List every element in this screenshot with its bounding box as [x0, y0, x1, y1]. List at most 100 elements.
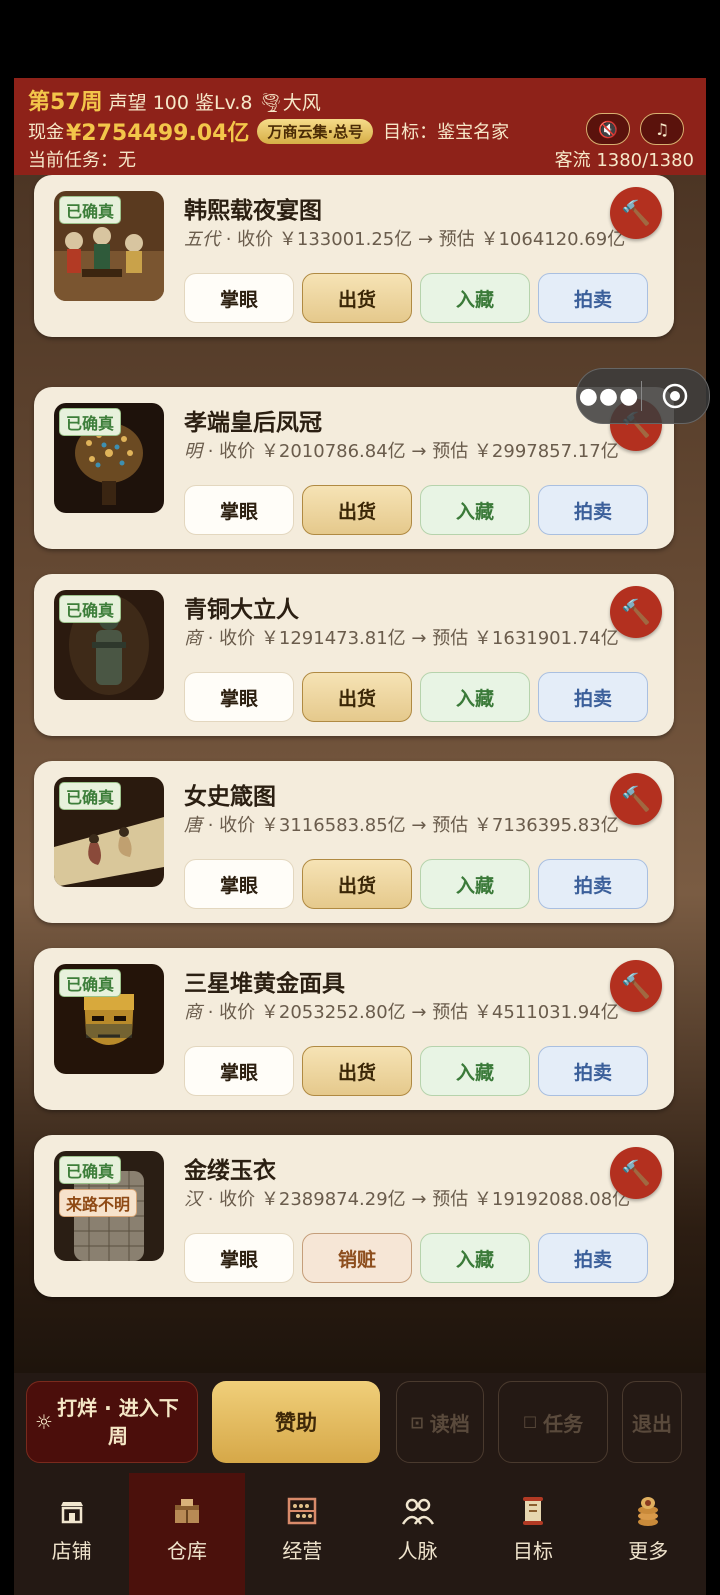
item-price-text: · 收价 ￥2010786.84亿 → 预估 ￥2997857.17亿 — [202, 441, 619, 462]
item-card[interactable]: 已确真 韩熙载夜宴图 五代 · 收价 ￥133001.25亿 → 预估 ￥10641… — [34, 175, 674, 337]
item-name: 三星堆黄金面具 — [184, 971, 345, 997]
tab-label: 目标 — [512, 1539, 553, 1563]
collect-button[interactable]: 入藏 — [420, 1046, 530, 1096]
tab-warehouse[interactable]: 仓库 — [129, 1473, 245, 1595]
ship-button[interactable]: 出货 — [302, 485, 412, 535]
shop-icon — [57, 1493, 87, 1529]
cash-label: 现金 — [28, 122, 64, 143]
inspect-button[interactable]: 掌眼 — [184, 1233, 294, 1283]
footer: ☼ 打烊 · 进入下周 赞助 ⊡ 读档 ☐ 任务 退出 店铺 仓库 经营 人脉 目标 更多 — [14, 1373, 706, 1595]
item-actions: 掌眼 出货 入藏 拍卖 — [184, 859, 648, 909]
miniprogram-capsule: ●●● — [576, 368, 710, 424]
header-stats: 第57周 声望 100 鉴Lv.8 🌪大风 — [28, 84, 321, 116]
mute-button[interactable]: 🔇 — [586, 113, 630, 145]
item-thumbnail[interactable]: 已确真 — [54, 590, 164, 700]
auction-button[interactable]: 拍卖 — [538, 859, 648, 909]
collect-button[interactable]: 入藏 — [420, 273, 530, 323]
verified-badge: 已确真 — [59, 782, 122, 810]
tab-shop[interactable]: 店铺 — [14, 1473, 129, 1595]
inspect-button[interactable]: 掌眼 — [184, 672, 294, 722]
status-bar — [0, 0, 720, 78]
hammer-icon[interactable]: 🔨 — [610, 187, 662, 239]
item-card[interactable]: 已确真 女史箴图唐 · 收价 ￥3116583.85亿 → 预估 ￥7136395… — [34, 761, 674, 923]
item-price-text: · 收价 ￥2053252.80亿 → 预估 ￥4511031.94亿 — [202, 1002, 619, 1023]
next-week-label: 打烊 · 进入下周 — [57, 1396, 179, 1448]
tab-people[interactable]: 人脉 — [360, 1473, 475, 1595]
verified-badge: 已确真 — [59, 408, 122, 436]
scroll-icon — [520, 1493, 546, 1529]
speaker-mute-icon: 🔇 — [598, 119, 618, 139]
item-name: 韩熙载夜宴图 — [184, 198, 322, 224]
people-icon — [401, 1493, 435, 1529]
item-dynasty: 汉 — [184, 1189, 202, 1210]
cash-value: ¥2754499.04亿 — [66, 121, 250, 146]
hammer-icon[interactable]: 🔨 — [610, 586, 662, 638]
item-actions: 掌眼 销赃 入藏 拍卖 — [184, 1233, 648, 1283]
warehouse-list[interactable]: 已确真 韩熙载夜宴图 五代 · 收价 ￥133001.25亿 → 预估 ￥10641… — [14, 175, 706, 1373]
auction-button[interactable]: 拍卖 — [538, 485, 648, 535]
inspect-button[interactable]: 掌眼 — [184, 485, 294, 535]
sponsor-button[interactable]: 赞助 — [212, 1381, 380, 1463]
auction-button[interactable]: 拍卖 — [538, 672, 648, 722]
reputation: 声望 100 — [108, 92, 189, 114]
tab-coin-stack[interactable]: 更多 — [591, 1473, 706, 1595]
item-thumbnail[interactable]: 已确真 — [54, 191, 164, 301]
item-thumbnail[interactable]: 已确真 — [54, 964, 164, 1074]
collect-button[interactable]: 入藏 — [420, 1233, 530, 1283]
collect-button[interactable]: 入藏 — [420, 672, 530, 722]
item-thumbnail[interactable]: 已确真 — [54, 403, 164, 513]
ship-button[interactable]: 出货 — [302, 273, 412, 323]
load-label: 读档 — [429, 1411, 470, 1436]
item-card[interactable]: 已确真 三星堆黄金面具商 · 收价 ￥2053252.80亿 → 预估 ￥4511… — [34, 948, 674, 1110]
auction-button[interactable]: 拍卖 — [538, 273, 648, 323]
collect-button[interactable]: 入藏 — [420, 859, 530, 909]
collect-button[interactable]: 入藏 — [420, 485, 530, 535]
load-button[interactable]: ⊡ 读档 — [396, 1381, 484, 1463]
item-dynasty: 商 — [184, 1002, 202, 1023]
suspicious-badge: 来路不明 — [59, 1189, 138, 1217]
task-button[interactable]: ☐ 任务 — [498, 1381, 608, 1463]
item-price-text: · 收价 ￥1291473.81亿 → 预估 ￥1631901.74亿 — [202, 628, 619, 649]
ship-button[interactable]: 出货 — [302, 859, 412, 909]
game-header: 第57周 声望 100 鉴Lv.8 🌪大风 现金 ¥2754499.04亿 万商… — [14, 78, 706, 175]
next-week-button[interactable]: ☼ 打烊 · 进入下周 — [26, 1381, 198, 1463]
week-number: 第57周 — [28, 90, 103, 115]
item-thumbnail[interactable]: 已确真 来路不明 — [54, 1151, 164, 1261]
inspect-button[interactable]: 掌眼 — [184, 859, 294, 909]
ship-button[interactable]: 出货 — [302, 672, 412, 722]
warehouse-icon — [171, 1493, 203, 1529]
music-button[interactable]: ♫ — [640, 113, 684, 145]
item-price: 商 · 收价 ￥1291473.81亿 → 预估 ￥1631901.74亿 — [184, 626, 662, 652]
item-actions: 掌眼 出货 入藏 拍卖 — [184, 1046, 648, 1096]
target-circle-icon[interactable] — [642, 383, 708, 409]
more-dots-icon[interactable]: ●●● — [577, 384, 641, 409]
hammer-icon[interactable]: 🔨 — [610, 773, 662, 825]
tab-scroll[interactable]: 目标 — [475, 1473, 590, 1595]
item-name: 金缕玉衣 — [184, 1158, 276, 1184]
item-dynasty: 唐 — [184, 815, 202, 836]
task-icon: ☐ — [522, 1412, 538, 1432]
hammer-icon[interactable]: 🔨 — [610, 960, 662, 1012]
tab-abacus[interactable]: 经营 — [245, 1473, 360, 1595]
auction-button[interactable]: 拍卖 — [538, 1233, 648, 1283]
item-price-text: · 收价 ￥2389874.29亿 → 预估 ￥19192088.08亿 — [202, 1189, 631, 1210]
item-card[interactable]: 已确真 孝端皇后凤冠明 · 收价 ￥2010786.84亿 → 预估 ￥29978… — [34, 387, 674, 549]
item-price-text: · 收价 ￥3116583.85亿 → 预估 ￥7136395.83亿 — [202, 815, 619, 836]
item-card[interactable]: 已确真 来路不明 金缕玉衣汉 · 收价 ￥2389874.29亿 → 预估 ￥191… — [34, 1135, 674, 1297]
ship-button[interactable]: 出货 — [302, 1046, 412, 1096]
fence-button[interactable]: 销赃 — [302, 1233, 412, 1283]
item-name: 女史箴图 — [184, 784, 276, 810]
tab-label: 人脉 — [397, 1539, 438, 1563]
action-bar: ☼ 打烊 · 进入下周 赞助 ⊡ 读档 ☐ 任务 退出 — [14, 1373, 706, 1469]
item-card[interactable]: 已确真 青铜大立人商 · 收价 ￥1291473.81亿 → 预估 ￥163190… — [34, 574, 674, 736]
item-thumbnail[interactable]: 已确真 — [54, 777, 164, 887]
hammer-icon[interactable]: 🔨 — [610, 1147, 662, 1199]
inspect-button[interactable]: 掌眼 — [184, 273, 294, 323]
tornado-icon: 🌪 — [258, 92, 283, 114]
inspect-button[interactable]: 掌眼 — [184, 1046, 294, 1096]
item-price: 汉 · 收价 ￥2389874.29亿 → 预估 ￥19192088.08亿 — [184, 1187, 662, 1213]
exit-button[interactable]: 退出 — [622, 1381, 682, 1463]
item-actions: 掌眼 出货 入藏 拍卖 — [184, 485, 648, 535]
item-price: 商 · 收价 ￥2053252.80亿 → 预估 ￥4511031.94亿 — [184, 1000, 662, 1026]
auction-button[interactable]: 拍卖 — [538, 1046, 648, 1096]
